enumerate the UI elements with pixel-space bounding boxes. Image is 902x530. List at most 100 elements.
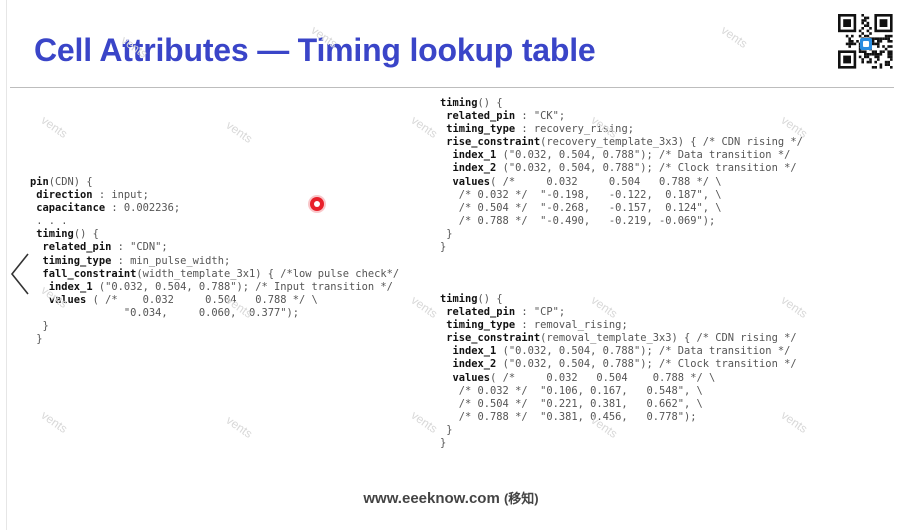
code-text: } (440, 423, 453, 436)
code-keyword: timing (36, 228, 74, 241)
code-text: ( /* 0.032 0.504 0.788 */ \ (490, 371, 716, 384)
code-line: } (30, 320, 399, 333)
code-line: values( /* 0.032 0.504 0.788 */ \ (440, 176, 803, 189)
code-line: rise_constraint(recovery_template_3x3) {… (440, 136, 803, 149)
code-text: } (440, 437, 447, 450)
code-line: rise_constraint(removal_template_3x3) { … (440, 332, 796, 345)
code-line: values( /* 0.032 0.504 0.788 */ \ (440, 372, 797, 385)
code-line: timing_type : recovery_rising; (440, 123, 803, 136)
code-block-recovery-timing: timing() { related_pin : "CK"; timing_ty… (440, 97, 803, 254)
code-keyword: rise_constraint (446, 332, 541, 345)
code-text: : min_pulse_width; (111, 254, 231, 267)
slide: Cell Attributes — Timing lookup table pi… (0, 0, 902, 530)
code-keyword: timing_type (446, 123, 516, 136)
code-line: timing() { (30, 228, 399, 241)
code-keyword: direction (36, 189, 93, 202)
code-block-cdn-pin: pin(CDN) { direction : input; capacitanc… (30, 176, 399, 346)
code-text: : 0.002236; (105, 202, 181, 215)
code-line: timing() { (440, 293, 797, 306)
code-line: /* 0.788 */ "-0.490, -0.219, -0.069"); (440, 215, 803, 228)
code-keyword: capacitance (36, 202, 106, 215)
watermark-text: vents (408, 293, 441, 321)
code-line: capacitance : 0.002236; (30, 202, 399, 215)
code-text: : "CDN"; (111, 241, 168, 254)
watermark-text: vents (38, 408, 71, 436)
footer-site-link[interactable]: www.eeeknow.com (363, 490, 499, 507)
code-line: } (440, 424, 797, 437)
code-line: index_1 ("0.032, 0.504, 0.788"); /* Data… (440, 149, 803, 162)
code-keyword: related_pin (446, 110, 516, 123)
code-line: index_2 ("0.032, 0.504, 0.788"); /* Cloc… (440, 162, 803, 175)
code-text: ( /* 0.032 0.504 0.788 */ \ (86, 293, 318, 306)
code-keyword: index_2 (452, 358, 497, 371)
code-keyword: values (452, 371, 491, 384)
slide-title: Cell Attributes — Timing lookup table (34, 32, 596, 68)
qr-code-icon (836, 12, 896, 76)
code-text: ("0.032, 0.504, 0.788"); /* Data transit… (496, 149, 791, 162)
code-line: index_1 ("0.032, 0.504, 0.788"); /* Data… (440, 345, 797, 358)
code-text: /* 0.032 */ "0.106, 0.167, 0.548", \ (440, 384, 703, 397)
code-text: } (30, 320, 49, 333)
laser-pointer-dot (310, 197, 324, 211)
code-keyword: timing (440, 293, 478, 305)
code-text: : removal_rising; (515, 319, 628, 332)
code-line: related_pin : "CP"; (440, 306, 797, 319)
code-keyword: index_1 (452, 149, 497, 162)
code-keyword: rise_constraint (446, 136, 541, 149)
code-line: timing_type : removal_rising; (440, 319, 797, 332)
code-line: /* 0.032 */ "0.106, 0.167, 0.548", \ (440, 385, 797, 398)
code-text: : recovery_rising; (515, 123, 634, 136)
code-keyword: index_1 (48, 280, 93, 293)
code-keyword: values (452, 175, 491, 188)
chevron-left-icon[interactable] (8, 250, 32, 298)
code-text: /* 0.504 */ "0.221, 0.381, 0.662", \ (440, 397, 703, 410)
code-text: () { (73, 228, 99, 241)
code-line: "0.034, 0.060, 0.377"); (30, 307, 399, 320)
code-line: index_2 ("0.032, 0.504, 0.788"); /* Cloc… (440, 358, 797, 371)
code-text: () { (477, 97, 503, 109)
watermark-text: vents (408, 408, 441, 436)
code-text: (recovery_template_3x3) { /* CDN rising … (540, 136, 803, 149)
title-divider (10, 87, 894, 88)
watermark-text: vents (718, 23, 751, 51)
code-keyword: timing_type (42, 254, 112, 267)
code-line: /* 0.788 */ "0.381, 0.456, 0.778"); (440, 411, 797, 424)
code-line: pin(CDN) { (30, 176, 399, 189)
code-text: (CDN) { (48, 176, 93, 188)
code-line: } (440, 241, 803, 254)
code-keyword: related_pin (446, 306, 516, 319)
code-keyword: timing_type (446, 319, 516, 332)
code-line: direction : input; (30, 189, 399, 202)
code-text: } (440, 241, 447, 254)
watermark-text: vents (223, 118, 256, 146)
code-line: /* 0.504 */ "0.221, 0.381, 0.662", \ (440, 398, 797, 411)
code-text: ("0.032, 0.504, 0.788"); /* Clock transi… (496, 358, 797, 371)
footer: www.eeeknow.com (移知) (0, 488, 902, 507)
code-line: timing_type : min_pulse_width; (30, 255, 399, 268)
code-text: ("0.032, 0.504, 0.788"); /* Input transi… (92, 280, 393, 293)
code-line: timing() { (440, 97, 803, 110)
code-line: fall_constraint(width_template_3x1) { /*… (30, 267, 400, 281)
code-text: /* 0.788 */ "-0.490, -0.219, -0.069"); (440, 214, 716, 227)
code-keyword: index_1 (452, 345, 497, 358)
code-text: ("0.032, 0.504, 0.788"); /* Clock transi… (496, 162, 797, 175)
code-text: : "CK"; (515, 110, 566, 123)
code-text: () { (477, 293, 503, 305)
code-text: . . . (30, 215, 68, 228)
code-text: } (440, 227, 453, 240)
code-keyword: timing (440, 97, 478, 109)
code-block-removal-timing: timing() { related_pin : "CP"; timing_ty… (440, 293, 797, 450)
code-line: . . . (30, 215, 399, 228)
code-keyword: pin (30, 176, 49, 188)
code-text: "0.034, 0.060, 0.377"); (30, 306, 299, 319)
code-text: ( /* 0.032 0.504 0.788 */ \ (490, 175, 722, 188)
code-text: (width_template_3x1) { /*low pulse check… (136, 267, 400, 280)
watermark-text: vents (38, 113, 71, 141)
code-line: related_pin : "CDN"; (30, 241, 399, 254)
code-keyword: index_2 (452, 162, 497, 175)
